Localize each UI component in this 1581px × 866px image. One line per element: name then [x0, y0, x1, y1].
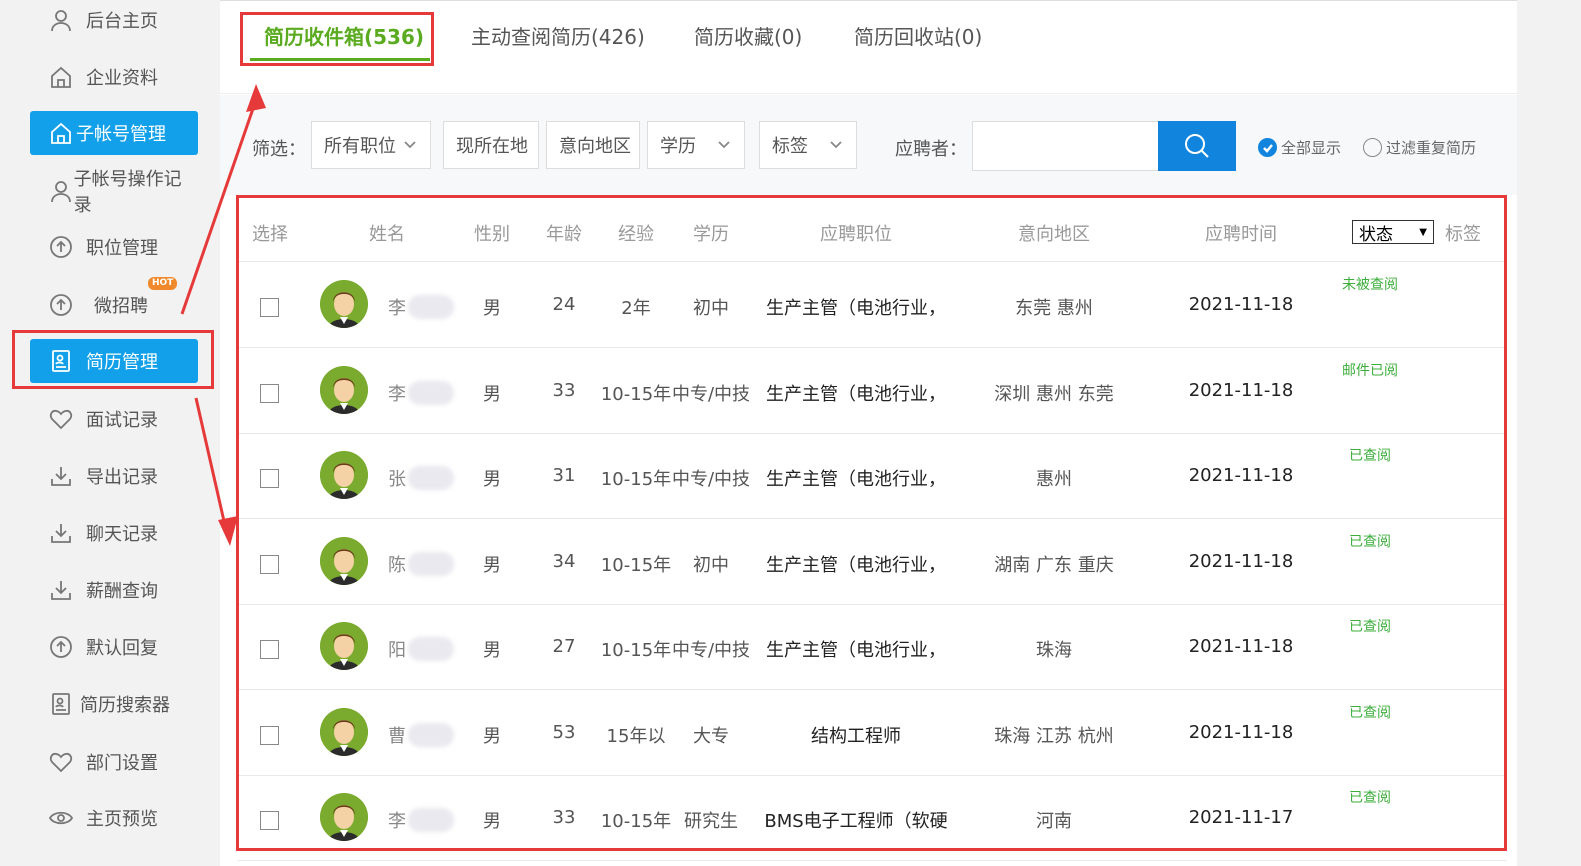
sidebar-item-label: 面试记录 — [86, 410, 158, 431]
hot-badge: HOT — [148, 277, 178, 290]
sidebar-item-interview[interactable]: 面试记录 — [30, 397, 198, 441]
sidebar-item-department[interactable]: 部门设置 — [30, 740, 198, 784]
home-icon — [48, 64, 74, 90]
location-filter-label: 现所在地 — [456, 136, 528, 157]
tab-active-viewed[interactable]: 主动查阅简历(426) — [471, 23, 645, 51]
heart-icon — [48, 749, 74, 775]
download-icon — [48, 520, 74, 546]
radio-icon — [1363, 138, 1382, 157]
tab-favorites[interactable]: 简历收藏(0) — [694, 23, 802, 51]
applicant-search-input[interactable] — [972, 121, 1160, 171]
user-icon — [48, 7, 74, 33]
sidebar-item-home[interactable]: 后台主页 — [30, 0, 198, 42]
applicant-label: 应聘者： — [895, 139, 967, 160]
sidebar-item-label: 简历搜索器 — [80, 695, 170, 716]
user-icon — [48, 178, 74, 204]
sidebar-item-jobs[interactable]: 职位管理 — [30, 225, 198, 269]
show-all-option[interactable]: 全部显示 — [1258, 137, 1341, 158]
upload-icon — [48, 234, 74, 260]
sidebar-item-label: 默认回复 — [86, 638, 158, 659]
filter-duplicate-label: 过滤重复简历 — [1386, 139, 1477, 157]
sidebar-item-label: 聊天记录 — [86, 524, 158, 545]
sidebar-item-salary[interactable]: 薪酬查询 — [30, 568, 198, 612]
sidebar-item-label: 主页预览 — [86, 809, 158, 830]
sidebar-item-company[interactable]: 企业资料 — [30, 55, 198, 99]
sidebar-item-export[interactable]: 导出记录 — [30, 454, 198, 498]
sidebar: 后台主页 企业资料 子帐号管理 子帐号操作记录 职位管理 微招聘 HOT 简历管… — [0, 0, 220, 866]
position-select[interactable]: 所有职位 — [311, 121, 431, 169]
filter-duplicate-option[interactable]: 过滤重复简历 — [1363, 137, 1476, 158]
sidebar-item-label: 子帐号管理 — [76, 124, 166, 145]
search-icon — [1185, 134, 1209, 158]
sidebar-item-label: 后台主页 — [86, 11, 158, 32]
resume-icon — [48, 691, 74, 717]
intent-area-filter-button[interactable]: 意向地区 — [546, 121, 640, 169]
sidebar-item-label: 职位管理 — [86, 238, 158, 259]
education-select[interactable]: 学历 — [647, 121, 745, 169]
sidebar-item-subaccount-log[interactable]: 子帐号操作记录 — [30, 169, 198, 216]
chevron-down-icon — [828, 136, 844, 152]
check-icon — [1258, 138, 1277, 157]
filter-label: 筛选： — [252, 139, 306, 160]
sidebar-item-label: 部门设置 — [86, 753, 158, 774]
sidebar-item-preview[interactable]: 主页预览 — [30, 796, 198, 840]
annotation-box-tab — [240, 12, 434, 66]
search-button[interactable] — [1158, 121, 1236, 171]
download-icon — [48, 577, 74, 603]
tab-recycle-bin[interactable]: 简历回收站(0) — [854, 23, 982, 51]
upload-icon — [48, 292, 74, 318]
sidebar-item-label: 薪酬查询 — [86, 581, 158, 602]
sidebar-item-label: 子帐号操作记录 — [73, 169, 182, 216]
upload-icon — [48, 634, 74, 660]
eye-icon — [48, 805, 74, 831]
chevron-down-icon — [402, 136, 418, 152]
sidebar-item-micro-recruit[interactable]: 微招聘 HOT — [30, 277, 198, 327]
intent-area-filter-label: 意向地区 — [559, 136, 631, 157]
annotation-box-sidebar — [12, 330, 214, 389]
sidebar-item-label: 微招聘 — [94, 296, 148, 317]
chevron-down-icon — [716, 136, 732, 152]
heart-icon — [48, 406, 74, 432]
location-filter-button[interactable]: 现所在地 — [443, 121, 539, 169]
tag-select[interactable]: 标签 — [759, 121, 857, 169]
home-icon — [48, 120, 74, 146]
tag-select-value: 标签 — [772, 136, 808, 157]
download-icon — [48, 463, 74, 489]
position-select-value: 所有职位 — [324, 136, 396, 157]
right-gutter — [1517, 0, 1581, 866]
sidebar-item-label: 企业资料 — [86, 68, 158, 89]
sidebar-item-resume-search[interactable]: 简历搜索器 — [30, 682, 198, 726]
annotation-box-table — [236, 195, 1507, 851]
sidebar-item-label: 导出记录 — [86, 467, 158, 488]
sidebar-item-subaccount[interactable]: 子帐号管理 — [30, 111, 198, 155]
filter-bar: 筛选： 所有职位 现所在地 意向地区 学历 标签 应聘者： 全部显示 过滤重复简… — [220, 95, 1517, 195]
education-select-value: 学历 — [660, 136, 696, 157]
sidebar-item-auto-reply[interactable]: 默认回复 — [30, 625, 198, 669]
sidebar-item-chat[interactable]: 聊天记录 — [30, 511, 198, 555]
show-all-label: 全部显示 — [1281, 139, 1342, 157]
